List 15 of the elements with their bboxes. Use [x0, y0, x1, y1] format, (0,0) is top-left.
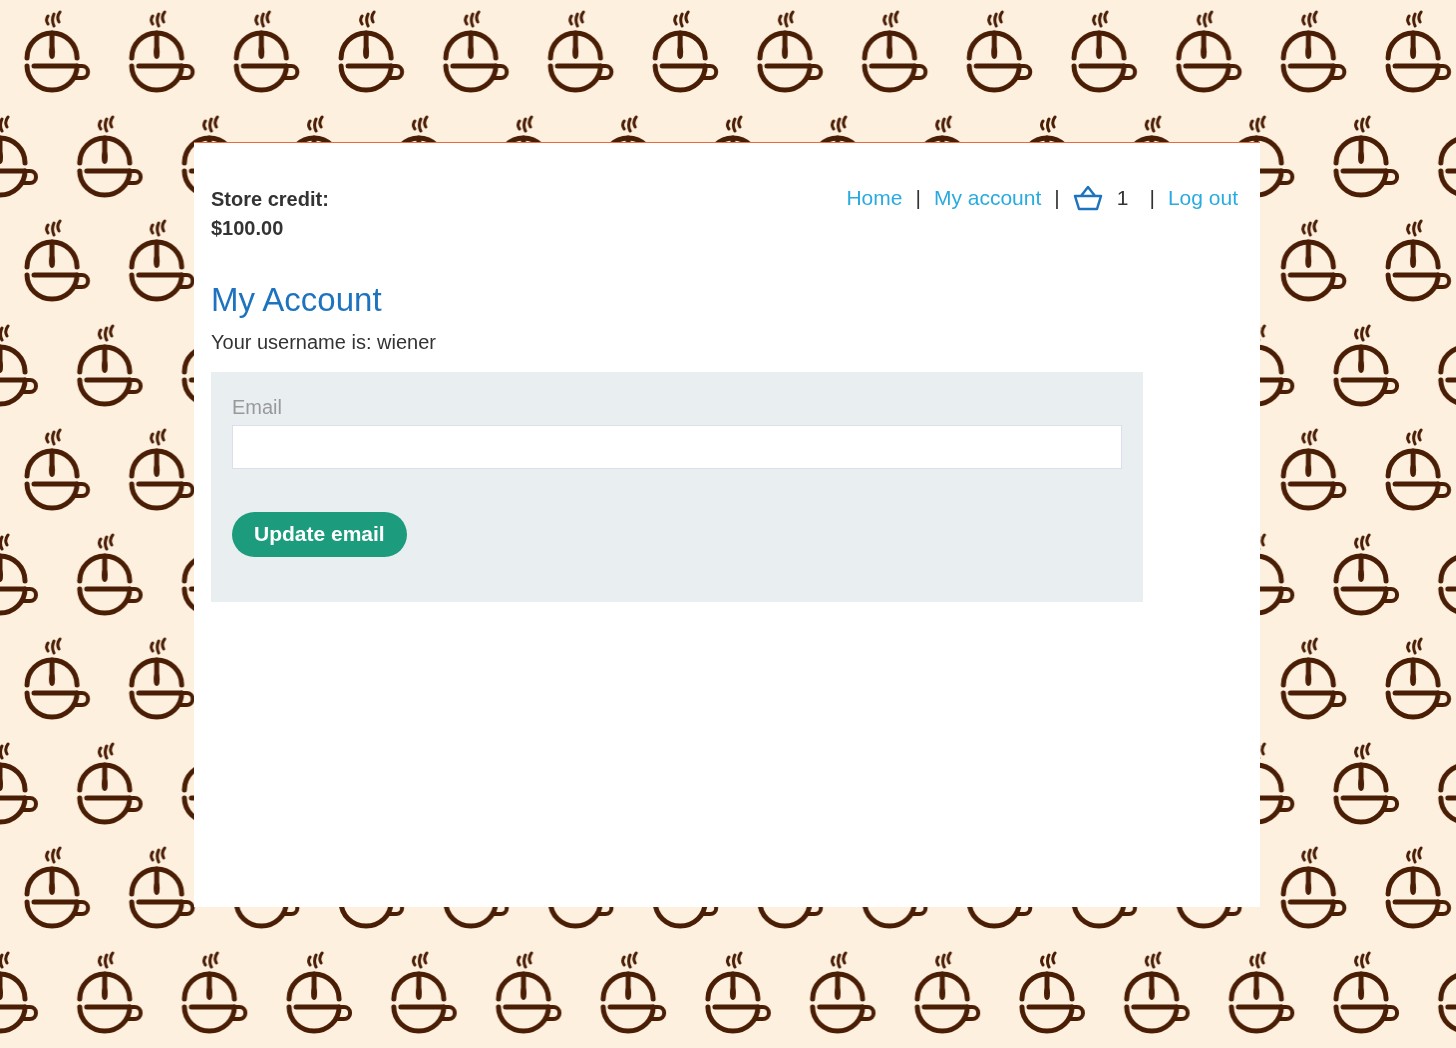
update-email-button[interactable]: Update email — [232, 512, 407, 557]
nav-link[interactable]: My account — [933, 186, 1042, 210]
separator: | — [915, 186, 921, 210]
email-input-field[interactable] — [232, 425, 1122, 469]
page-heading: My Account — [211, 281, 383, 319]
store-credit-label: Store credit: — [211, 187, 329, 212]
cart-count: 1 — [1116, 186, 1129, 210]
username-text: Your username is: wiener — [211, 331, 437, 354]
nav-link[interactable]: Home — [846, 186, 903, 210]
nav-link[interactable]: Log out — [1167, 186, 1238, 210]
basket-icon[interactable] — [1072, 185, 1103, 211]
separator: | — [1054, 186, 1060, 210]
separator: | — [1149, 186, 1155, 210]
field-label: Email — [232, 396, 283, 419]
store-credit-amount: $100.00 — [211, 216, 285, 241]
